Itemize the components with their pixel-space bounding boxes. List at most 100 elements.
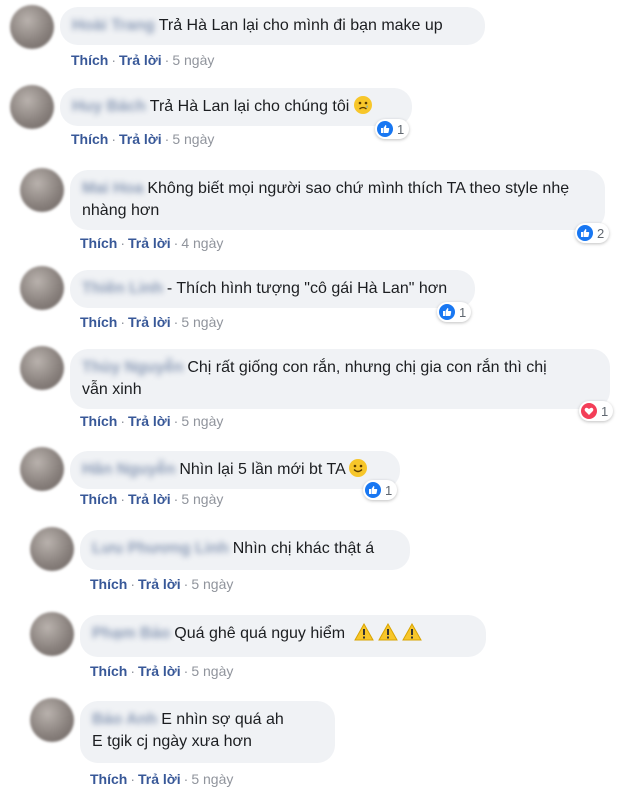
separator: ·: [164, 52, 170, 68]
timestamp[interactable]: 5 ngày: [172, 52, 214, 68]
commenter-name[interactable]: Hân Nguyễn: [82, 459, 175, 481]
timestamp[interactable]: 5 ngày: [181, 413, 223, 429]
reaction-number: 1: [459, 304, 467, 320]
like-link[interactable]: Thích: [71, 131, 108, 147]
reply-link[interactable]: Trả lời: [138, 771, 181, 787]
commenter-name[interactable]: Bảo Anh: [92, 709, 157, 731]
comment-bubble: Lưu Phương Linh Nhìn chị khác thật á: [80, 530, 410, 570]
separator: ·: [164, 131, 170, 147]
comment-bubble: Thùy Nguyễn Chị rất giống con rắn, nhưng …: [70, 349, 610, 409]
warning-sign-icon: [377, 622, 398, 648]
avatar[interactable]: [30, 612, 74, 656]
reply-link[interactable]: Trả lời: [128, 235, 171, 251]
comment-actions: Thích · Trả lời · 5 ngày: [71, 131, 214, 147]
comment-text: - Thích hình tượng "cô gái Hà Lan" hơn: [166, 280, 448, 297]
separator: ·: [120, 235, 126, 251]
crying-face-icon: [353, 96, 372, 114]
separator: ·: [173, 235, 179, 251]
timestamp[interactable]: 5 ngày: [172, 131, 214, 147]
comment-actions: Thích · Trả lời · 5 ngày: [80, 413, 223, 429]
reaction-count[interactable]: 1: [363, 480, 398, 500]
commenter-name[interactable]: Huy Bách: [72, 96, 146, 118]
timestamp[interactable]: 5 ngày: [191, 663, 233, 679]
like-reaction-icon: [377, 121, 393, 137]
like-link[interactable]: Thích: [71, 52, 108, 68]
like-link[interactable]: Thích: [90, 576, 127, 592]
avatar[interactable]: [20, 346, 64, 390]
separator: ·: [183, 771, 189, 787]
reply-link[interactable]: Trả lời: [119, 52, 162, 68]
like-reaction-icon: [439, 304, 455, 320]
comment-text: Nhìn chị khác thật á: [232, 540, 375, 557]
like-link[interactable]: Thích: [80, 314, 117, 330]
comment-text: E nhìn sợ quá ah: [161, 711, 284, 728]
comment-actions: Thích · Trả lời · 4 ngày: [80, 235, 223, 251]
timestamp[interactable]: 5 ngày: [181, 314, 223, 330]
timestamp[interactable]: 5 ngày: [191, 771, 233, 787]
avatar[interactable]: [20, 266, 64, 310]
reaction-number: 2: [597, 225, 605, 241]
timestamp[interactable]: 4 ngày: [181, 235, 223, 251]
reply-link[interactable]: Trả lời: [138, 663, 181, 679]
timestamp[interactable]: 5 ngày: [181, 491, 223, 507]
avatar[interactable]: [20, 447, 64, 491]
reply-link[interactable]: Trả lời: [128, 314, 171, 330]
separator: ·: [183, 663, 189, 679]
reply-link[interactable]: Trả lời: [128, 491, 171, 507]
avatar[interactable]: [30, 527, 74, 571]
like-link[interactable]: Thích: [80, 235, 117, 251]
comment-bubble: Hân Nguyễn Nhìn lại 5 lần mới bt TA: [70, 451, 400, 489]
comment-bubble: Thiên Linh - Thích hình tượng "cô gái Hà …: [70, 270, 475, 308]
comment-actions: Thích · Trả lời · 5 ngày: [90, 663, 233, 679]
separator: ·: [120, 413, 126, 429]
comment-text: Nhìn lại 5 lần mới bt TA: [179, 461, 345, 478]
avatar[interactable]: [10, 85, 54, 129]
avatar[interactable]: [20, 168, 64, 212]
separator: ·: [130, 576, 136, 592]
reply-link[interactable]: Trả lời: [128, 413, 171, 429]
comment-actions: Thích · Trả lời · 5 ngày: [80, 314, 223, 330]
separator: ·: [111, 52, 117, 68]
comment-text: vẫn xinh: [82, 381, 142, 398]
commenter-name[interactable]: Phạm Bảo: [92, 623, 170, 645]
reaction-count[interactable]: 2: [575, 223, 610, 243]
commenter-name[interactable]: Lưu Phương Linh: [92, 538, 229, 560]
comment-text: Trả Hà Lan lại cho mình đi bạn make up: [158, 17, 443, 34]
commenter-name[interactable]: Thiên Linh: [82, 278, 163, 300]
reaction-number: 1: [601, 403, 609, 419]
reply-link[interactable]: Trả lời: [138, 576, 181, 592]
commenter-name[interactable]: Hoài Trang: [72, 15, 155, 37]
reaction-count[interactable]: 1: [579, 401, 614, 421]
reply-link[interactable]: Trả lời: [119, 131, 162, 147]
separator: ·: [120, 314, 126, 330]
comment-actions: Thích · Trả lời · 5 ngày: [90, 771, 233, 787]
like-link[interactable]: Thích: [80, 413, 117, 429]
comment-actions: Thích · Trả lời · 5 ngày: [90, 576, 233, 592]
reaction-count[interactable]: 1: [375, 119, 410, 139]
avatar[interactable]: [30, 698, 74, 742]
like-reaction-icon: [365, 482, 381, 498]
love-reaction-icon: [581, 403, 597, 419]
reaction-number: 1: [385, 482, 393, 498]
commenter-name[interactable]: Mai Hoa: [82, 178, 143, 200]
comment-bubble: Bảo Anh E nhìn sợ quá ah E tgik cj ngày xư…: [80, 701, 335, 763]
timestamp[interactable]: 5 ngày: [191, 576, 233, 592]
comment-text: Quá ghê quá nguy hiểm: [174, 625, 346, 642]
comment-bubble: Phạm Bảo Quá ghê quá nguy hiểm: [80, 615, 486, 657]
comment-text: E tgik cj ngày xưa hơn: [92, 733, 252, 750]
reaction-number: 1: [397, 121, 405, 137]
comment-text: Không biết mọi người sao chứ mình thích …: [147, 180, 570, 197]
comment-bubble: Mai Hoa Không biết mọi người sao chứ mình…: [70, 170, 605, 230]
warning-sign-icon: [353, 622, 374, 648]
commenter-name[interactable]: Thùy Nguyễn: [82, 357, 183, 379]
reaction-count[interactable]: 1: [437, 302, 472, 322]
like-link[interactable]: Thích: [90, 663, 127, 679]
separator: ·: [173, 491, 179, 507]
separator: ·: [173, 413, 179, 429]
separator: ·: [111, 131, 117, 147]
avatar[interactable]: [10, 5, 54, 49]
like-link[interactable]: Thích: [80, 491, 117, 507]
like-link[interactable]: Thích: [90, 771, 127, 787]
comment-bubble: Hoài Trang Trả Hà Lan lại cho mình đi bạn…: [60, 7, 485, 45]
separator: ·: [130, 771, 136, 787]
